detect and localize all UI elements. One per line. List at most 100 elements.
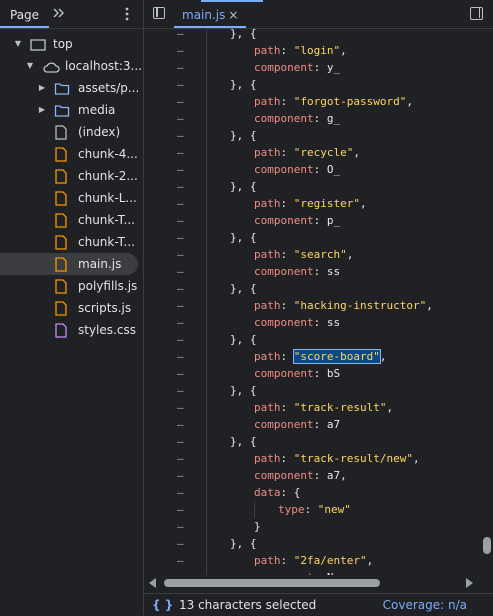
code-line[interactable]: }, { [230,433,257,450]
code-line[interactable]: path: "login", [254,42,347,59]
tree-item[interactable]: chunk-4... [0,143,143,165]
code-key: component [254,316,314,329]
line-gutter-marker: – [177,214,184,227]
code-string: "score-board" [292,349,381,364]
tab-label: main.js [182,8,226,22]
code-line[interactable]: component: ss [254,263,340,280]
vertical-scroll-thumb[interactable] [483,537,491,554]
code-line[interactable]: } [254,518,261,535]
tab-page[interactable]: Page [0,0,50,28]
code-line[interactable]: component: a7, [254,467,347,484]
code-line[interactable]: }, { [230,382,257,399]
code-punctuation: : [280,401,294,414]
code-line[interactable]: data: { [254,484,300,501]
expand-right-icon[interactable]: ▶ [37,77,47,99]
code-punctuation: }, { [230,129,257,142]
vertical-scrollbar[interactable] [481,29,493,576]
js-file-icon [54,213,68,231]
chevron-double-right-icon[interactable] [52,6,66,20]
code-line[interactable]: type: "new" [278,501,351,518]
code-line[interactable]: path: "track-result", [254,399,393,416]
tree-item[interactable]: main.js [0,253,138,275]
code-line[interactable]: }, { [230,76,257,93]
code-punctuation: , [426,299,433,312]
code-line[interactable]: path: "hacking-instructor", [254,297,433,314]
tree-item[interactable]: chunk-2... [0,165,143,187]
code-line[interactable]: }, { [230,127,257,144]
tab-main-js[interactable]: main.js × [174,0,247,28]
line-gutter-marker: – [177,367,184,380]
expand-down-icon[interactable]: ▼ [25,55,35,77]
tree-item[interactable]: ▼ localhost:3... [0,55,143,77]
code-punctuation: : [280,44,294,57]
scroll-right-arrow-icon[interactable] [466,578,473,588]
code-line[interactable]: path: "search", [254,246,353,263]
code-area[interactable]: – }, { – path: "login", – component: y_ – }, { –… [144,29,481,576]
tree-item[interactable]: ▶ media [0,99,143,121]
frame-icon [30,37,46,55]
line-gutter-marker: – [177,231,184,244]
scroll-left-arrow-icon[interactable] [149,578,156,588]
code-line[interactable]: path: "score-board", [254,348,386,365]
code-line[interactable]: }, { [230,280,257,297]
code-line[interactable]: component: p_ [254,212,340,229]
js-file-icon [54,191,68,209]
code-line[interactable]: component: g_ [254,110,340,127]
expand-right-icon[interactable]: ▶ [37,99,47,121]
code-punctuation: , [412,452,420,465]
tree-item-label: assets/p... [78,81,140,95]
tree-item[interactable]: chunk-L... [0,187,143,209]
code-line[interactable]: component: y_ [254,59,340,76]
code-punctuation: : [280,248,294,261]
expand-down-icon[interactable]: ▼ [13,33,23,55]
tree-item[interactable]: polyfills.js [0,275,143,297]
line-gutter-marker: – [177,316,184,329]
code-punctuation: , [406,95,413,108]
js-file-icon [54,147,68,165]
line-gutter-marker: – [177,469,184,482]
code-line[interactable]: path: "2fa/enter", [254,552,373,569]
code-key: component [254,214,314,227]
code-line[interactable]: path: "register", [254,195,367,212]
horizontal-scrollbar[interactable] [144,575,481,590]
code-line[interactable]: path: "forgot-password", [254,93,413,110]
editor-tabs: main.js × [144,0,493,29]
code-line[interactable]: }, { [230,535,257,552]
tree-item-label: media [78,103,116,117]
code-line[interactable]: }, { [230,229,257,246]
code-line[interactable]: component: a7 [254,416,340,433]
tree-item[interactable]: scripts.js [0,297,143,319]
code-punctuation: }, { [230,231,257,244]
code-line[interactable]: component: O_ [254,161,340,178]
toggle-navigator-icon[interactable] [153,7,165,19]
coverage-status[interactable]: Coverage: n/a [383,594,467,616]
code-punctuation: , [340,44,347,57]
code-punctuation: , [386,401,394,414]
tree-item[interactable]: (index) [0,121,143,143]
tree-item-label: localhost:3... [65,59,142,73]
line-gutter-marker: – [177,486,184,499]
kebab-menu-icon[interactable] [122,6,132,22]
code-line[interactable]: }, { [230,331,257,348]
file-navigator: Page ▼ top ▼ localhost:3... ▶ assets/p... ▶ med… [0,0,144,615]
close-icon[interactable]: × [228,8,238,22]
toggle-debugger-icon[interactable] [470,7,483,20]
horizontal-scroll-thumb[interactable] [164,579,380,587]
js-file-icon [54,235,68,253]
document-icon [54,125,68,143]
code-line[interactable]: path: "track-result/new", [254,450,420,467]
tree-item[interactable]: ▶ assets/p... [0,77,143,99]
tree-item[interactable]: styles.css [0,319,143,341]
code-punctuation: : [280,554,294,567]
code-line[interactable]: }, { [230,178,257,195]
code-line[interactable]: component: bS [254,365,340,382]
code-line[interactable]: }, { [230,29,257,42]
js-file-icon [54,257,68,275]
code-line[interactable]: path: "recycle", [254,144,360,161]
js-file-icon [54,301,68,319]
code-line[interactable]: component: ss [254,314,340,331]
tree-item[interactable]: chunk-T... [0,231,143,253]
tree-item[interactable]: chunk-T... [0,209,143,231]
tree-item[interactable]: ▼ top [0,33,143,55]
pretty-print-icon[interactable]: { } [152,594,173,616]
